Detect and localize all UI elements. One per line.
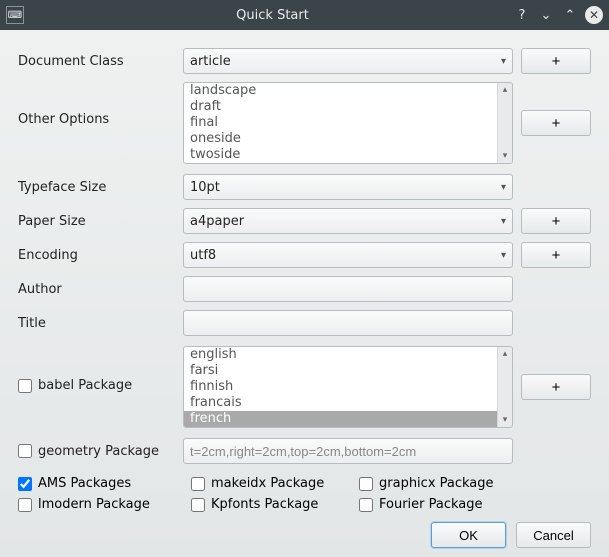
- label-fourier: Fourier Package: [379, 497, 483, 512]
- lmodern-checkbox[interactable]: [18, 498, 32, 512]
- label-makeidx: makeidx Package: [211, 476, 324, 491]
- label-kpfonts: Kpfonts Package: [211, 497, 318, 512]
- window-title: Quick Start: [32, 8, 513, 23]
- babel-add-button[interactable]: +: [521, 374, 591, 400]
- list-item[interactable]: landscape: [184, 83, 512, 99]
- document-class-combo[interactable]: article ▾: [183, 48, 513, 74]
- graphicx-checkbox[interactable]: [359, 477, 373, 491]
- typeface-size-combo[interactable]: 10pt ▾: [183, 174, 513, 200]
- other-options-listbox[interactable]: landscapedraftfinalonesidetwoside ▴ ▾: [183, 82, 513, 164]
- list-item[interactable]: francais: [184, 395, 512, 411]
- rolldown-icon[interactable]: ⌄: [537, 6, 555, 24]
- titlebar: ⌨ Quick Start ? ⌄ ⌃ ✕: [0, 0, 609, 30]
- scrollbar[interactable]: ▴ ▾: [497, 83, 512, 163]
- app-icon: ⌨: [6, 6, 24, 24]
- paper-size-value: a4paper: [190, 214, 244, 229]
- author-input[interactable]: [183, 276, 513, 302]
- label-other-options: Other Options: [18, 82, 183, 127]
- help-icon[interactable]: ?: [513, 6, 531, 24]
- makeidx-checkbox[interactable]: [191, 477, 205, 491]
- geometry-checkbox[interactable]: [18, 444, 32, 458]
- dialog-content: Document Class article ▾ + Other Options…: [0, 30, 609, 557]
- encoding-add-button[interactable]: +: [521, 242, 591, 268]
- scroll-down-icon[interactable]: ▾: [498, 413, 512, 427]
- cancel-button[interactable]: Cancel: [516, 522, 591, 548]
- ams-checkbox[interactable]: [18, 477, 32, 491]
- document-class-value: article: [190, 54, 231, 69]
- label-typeface-size: Typeface Size: [18, 180, 183, 195]
- rollup-icon[interactable]: ⌃: [561, 6, 579, 24]
- label-paper-size: Paper Size: [18, 214, 183, 229]
- list-item[interactable]: farsi: [184, 363, 512, 379]
- list-item[interactable]: final: [184, 115, 512, 131]
- label-title: Title: [18, 316, 183, 331]
- label-ams: AMS Packages: [38, 476, 131, 491]
- chevron-down-icon: ▾: [501, 182, 506, 193]
- list-item[interactable]: finnish: [184, 379, 512, 395]
- list-item[interactable]: english: [184, 347, 512, 363]
- ok-button[interactable]: OK: [431, 522, 506, 548]
- geometry-input[interactable]: [183, 438, 513, 464]
- label-lmodern: lmodern Package: [38, 497, 150, 512]
- list-item[interactable]: french: [184, 411, 512, 427]
- typeface-size-value: 10pt: [190, 180, 220, 195]
- document-class-add-button[interactable]: +: [521, 48, 591, 74]
- title-input[interactable]: [183, 310, 513, 336]
- close-icon[interactable]: ✕: [585, 6, 603, 24]
- label-encoding: Encoding: [18, 248, 183, 263]
- babel-listbox[interactable]: englishfarsifinnishfrancaisfrench ▴ ▾: [183, 346, 513, 428]
- other-options-add-button[interactable]: +: [521, 110, 591, 136]
- chevron-down-icon: ▾: [501, 250, 506, 261]
- encoding-value: utf8: [190, 248, 216, 263]
- scroll-up-icon[interactable]: ▴: [498, 347, 512, 361]
- list-item[interactable]: twoside: [184, 147, 512, 163]
- list-item[interactable]: draft: [184, 99, 512, 115]
- encoding-combo[interactable]: utf8 ▾: [183, 242, 513, 268]
- list-item[interactable]: oneside: [184, 131, 512, 147]
- label-geometry: geometry Package: [38, 444, 159, 459]
- paper-size-add-button[interactable]: +: [521, 208, 591, 234]
- kpfonts-checkbox[interactable]: [191, 498, 205, 512]
- scrollbar[interactable]: ▴ ▾: [497, 347, 512, 427]
- label-document-class: Document Class: [18, 54, 183, 69]
- label-author: Author: [18, 282, 183, 297]
- scroll-up-icon[interactable]: ▴: [498, 83, 512, 97]
- chevron-down-icon: ▾: [501, 216, 506, 227]
- paper-size-combo[interactable]: a4paper ▾: [183, 208, 513, 234]
- label-graphicx: graphicx Package: [379, 476, 494, 491]
- fourier-checkbox[interactable]: [359, 498, 373, 512]
- label-babel: babel Package: [38, 378, 132, 393]
- chevron-down-icon: ▾: [501, 56, 506, 67]
- scroll-down-icon[interactable]: ▾: [498, 149, 512, 163]
- babel-checkbox[interactable]: [18, 379, 32, 393]
